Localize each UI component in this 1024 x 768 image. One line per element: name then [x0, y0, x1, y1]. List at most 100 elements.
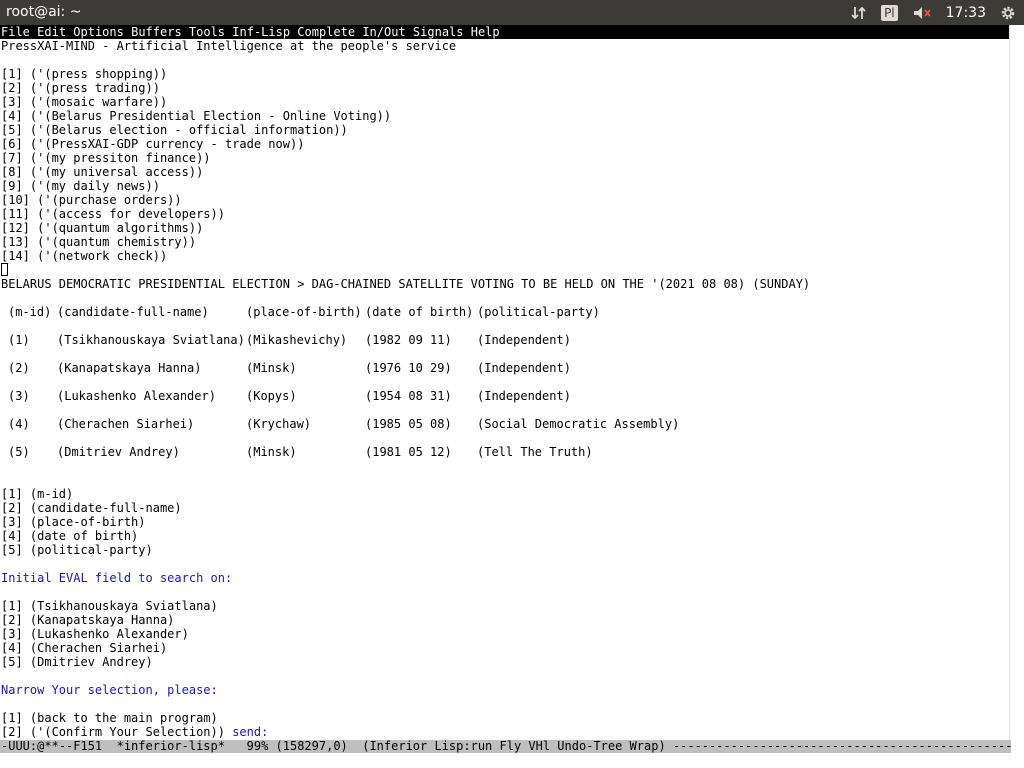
emacs-mode-line: -UUU:@**--F151 *inferior-lisp* 99% (1582…: [0, 740, 1011, 753]
window-title: root@ai: ~: [6, 4, 82, 20]
main-menu-item[interactable]: [12] ('(quantum algorithms)): [0, 221, 1010, 235]
candidate-option[interactable]: [4] (Cherachen Siarhei): [0, 641, 1010, 655]
cell-date-of-birth: (date of birth): [365, 305, 474, 319]
main-menu-item[interactable]: [3] ('(mosaic warfare)): [0, 95, 1010, 109]
cell-political-party: (Social Democratic Assembly): [477, 417, 680, 431]
network-arrows-icon[interactable]: [851, 5, 867, 21]
main-menu-item[interactable]: [6] ('(PressXAI-GDP currency - trade now…: [0, 137, 1010, 151]
system-tray: Pl 17:33: [851, 0, 1024, 25]
volume-muted-icon[interactable]: [912, 5, 932, 21]
main-menu-item[interactable]: [13] ('(quantum chemistry)): [0, 235, 1010, 249]
cell-m-id: (1): [8, 333, 30, 347]
emacs-menu-bar: File Edit Options Buffers Tools Inf-Lisp…: [0, 25, 1010, 39]
cell-date-of-birth: (1976 10 29): [365, 361, 452, 375]
candidate-option[interactable]: [5] (Dmitriev Andrey): [0, 655, 1010, 669]
cell-political-party: (Independent): [477, 389, 571, 403]
emacs-terminal[interactable]: File Edit Options Buffers Tools Inf-Lisp…: [0, 25, 1010, 740]
main-menu-item[interactable]: [9] ('(my daily news)): [0, 179, 1010, 193]
field-option[interactable]: [3] (place-of-birth): [0, 515, 1010, 529]
main-menu-item[interactable]: [2] ('(press trading)): [0, 81, 1010, 95]
cursor-line: [0, 263, 1010, 277]
cell-m-id: (3): [8, 389, 30, 403]
menu-item-edit[interactable]: Edit: [37, 25, 66, 39]
cell-candidate-name: (Cherachen Siarhei): [57, 417, 195, 431]
cell-candidate-name: (Lukashenko Alexander): [57, 389, 216, 403]
main-menu-item[interactable]: [5] ('(Belarus election - official infor…: [0, 123, 1010, 137]
main-menu-item[interactable]: [14] ('(network check)): [0, 249, 1010, 263]
main-menu-item[interactable]: [4] ('(Belarus Presidential Election - O…: [0, 109, 1010, 123]
cell-place-of-birth: (place-of-birth): [246, 305, 362, 319]
candidate-option[interactable]: [3] (Lukashenko Alexander): [0, 627, 1010, 641]
cell-political-party: (Independent): [477, 361, 571, 375]
cell-candidate-name: (candidate-full-name): [57, 305, 209, 319]
main-menu-item[interactable]: [8] ('(my universal access)): [0, 165, 1010, 179]
field-option[interactable]: [1] (m-id): [0, 487, 1010, 501]
back-option[interactable]: [1] (back to the main program): [0, 711, 1010, 725]
cell-place-of-birth: (Kopys): [246, 389, 297, 403]
candidate-option[interactable]: [1] (Tsikhanouskaya Sviatlana): [0, 599, 1010, 613]
election-heading: BELARUS DEMOCRATIC PRESIDENTIAL ELECTION…: [1, 277, 811, 291]
main-menu-list: [1] ('(press shopping)) [2] ('(press trad…: [0, 67, 1010, 263]
cell-place-of-birth: (Krychaw): [246, 417, 312, 431]
minibuffer[interactable]: [0, 753, 1024, 768]
cell-m-id: (4): [8, 417, 30, 431]
menu-item-tools[interactable]: Tools: [189, 25, 225, 39]
menu-item-options[interactable]: Options: [73, 25, 124, 39]
text-cursor: [1, 263, 8, 276]
narrow-prompt: Narrow Your selection, please:: [1, 683, 218, 697]
confirm-option[interactable]: [2] ('(Confirm Your Selection)): [1, 725, 225, 739]
cell-m-id: (m-id): [8, 305, 52, 319]
system-top-bar: root@ai: ~ Pl 17:33: [0, 0, 1024, 25]
cell-place-of-birth: (Minsk): [246, 445, 297, 459]
table-header: (m-id) (candidate-full-name) (place-of-bir…: [0, 305, 1010, 333]
scrollbar[interactable]: [1009, 25, 1024, 753]
send-prompt: send:: [224, 725, 269, 739]
field-options-list: [1] (m-id) [2] (candidate-full-name) [3] (…: [0, 487, 1010, 557]
cell-date-of-birth: (1981 05 12): [365, 445, 452, 459]
confirm-line[interactable]: [2] ('(Confirm Your Selection)) send:: [0, 725, 1010, 739]
keyboard-layout-indicator[interactable]: Pl: [881, 4, 898, 21]
menu-item-help[interactable]: Help: [471, 25, 500, 39]
menu-item-in-out[interactable]: In/Out: [362, 25, 405, 39]
cell-candidate-name: (Dmitriev Andrey): [57, 445, 180, 459]
field-option[interactable]: [5] (political-party): [0, 543, 1010, 557]
table-row: (3) (Lukashenko Alexander) (Kopys) (1954 08…: [0, 389, 1010, 417]
table-row: (4) (Cherachen Siarhei) (Krychaw) (1985 05 …: [0, 417, 1010, 445]
cell-m-id: (2): [8, 361, 30, 375]
cell-date-of-birth: (1985 05 08): [365, 417, 452, 431]
eval-prompt: Initial EVAL field to search on:: [1, 571, 233, 585]
cell-political-party: (political-party): [477, 305, 600, 319]
field-option[interactable]: [4] (date of birth): [0, 529, 1010, 543]
candidate-options-list: [1] (Tsikhanouskaya Sviatlana) [2] (Kanap…: [0, 599, 1010, 669]
main-menu-item[interactable]: [10] ('(purchase orders)): [0, 193, 1010, 207]
table-row: (1) (Tsikhanouskaya Sviatlana) (Mikashevic…: [0, 333, 1010, 361]
menu-item-inf-lisp[interactable]: Inf-Lisp: [232, 25, 290, 39]
candidate-option[interactable]: [2] (Kanapatskaya Hanna): [0, 613, 1010, 627]
table-row: (2) (Kanapatskaya Hanna) (Minsk) (1976 10 2…: [0, 361, 1010, 389]
cell-political-party: (Independent): [477, 333, 571, 347]
menu-item-file[interactable]: File: [1, 25, 30, 39]
main-menu-item[interactable]: [7] ('(my pressiton finance)): [0, 151, 1010, 165]
cell-candidate-name: (Tsikhanouskaya Sviatlana): [57, 333, 245, 347]
cell-date-of-birth: (1954 08 31): [365, 389, 452, 403]
gear-icon[interactable]: [1000, 5, 1016, 21]
main-menu-item[interactable]: [1] ('(press shopping)): [0, 67, 1010, 81]
cell-candidate-name: (Kanapatskaya Hanna): [57, 361, 202, 375]
field-option[interactable]: [2] (candidate-full-name): [0, 501, 1010, 515]
cell-date-of-birth: (1982 09 11): [365, 333, 452, 347]
candidate-table: (m-id) (candidate-full-name) (place-of-bir…: [0, 305, 1010, 473]
cell-place-of-birth: (Mikashevichy): [246, 333, 348, 347]
menu-item-complete[interactable]: Complete: [297, 25, 355, 39]
main-menu-item[interactable]: [11] ('(access for developers)): [0, 207, 1010, 221]
menu-item-buffers[interactable]: Buffers: [131, 25, 182, 39]
table-row: (5) (Dmitriev Andrey) (Minsk) (1981 05 12) (…: [0, 445, 1010, 473]
menu-item-signals[interactable]: Signals: [413, 25, 464, 39]
clock[interactable]: 17:33: [946, 5, 986, 21]
